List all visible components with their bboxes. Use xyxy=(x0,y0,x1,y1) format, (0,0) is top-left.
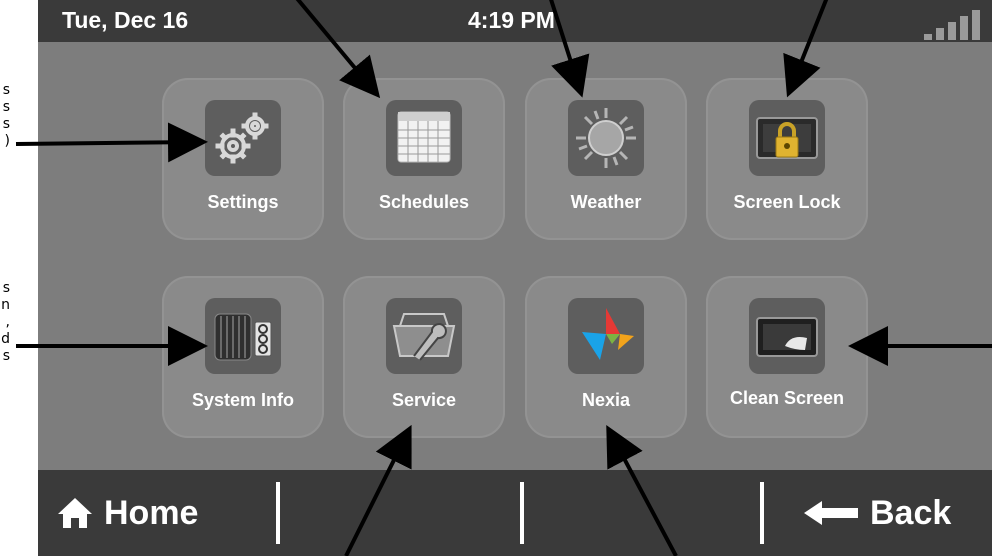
house-icon xyxy=(58,498,92,528)
toolbox-wrench-icon xyxy=(386,298,462,374)
annotation-char: s xyxy=(2,280,10,296)
service-tile[interactable]: Service xyxy=(343,276,505,438)
sun-icon xyxy=(568,100,644,176)
thermostat-screen: Tue, Dec 16 4:19 PM Settings Schedules W… xyxy=(38,0,992,556)
divider xyxy=(520,482,524,544)
calendar-icon xyxy=(386,100,462,176)
tile-label: Clean Screen xyxy=(729,388,845,408)
annotation-char: s xyxy=(2,99,10,115)
date-display: Tue, Dec 16 xyxy=(62,7,189,33)
tile-label: Settings xyxy=(207,192,279,212)
back-button[interactable]: Back xyxy=(802,470,951,556)
tile-label: Nexia xyxy=(581,390,631,410)
annotation-char: s xyxy=(2,116,10,132)
time-display: 4:19 PM xyxy=(468,7,555,33)
annotation-char: d xyxy=(1,331,10,347)
system-info-tile[interactable]: System Info xyxy=(162,276,324,438)
padlock-icon xyxy=(749,100,825,176)
gears-icon xyxy=(205,100,281,176)
left-arrow-icon xyxy=(804,501,858,525)
tile-label: Weather xyxy=(570,192,642,212)
annotation-char: s xyxy=(2,348,10,364)
navigation-bar: Home Back xyxy=(38,470,992,556)
tile-label: Service xyxy=(391,390,457,410)
divider xyxy=(276,482,280,544)
status-bar: Tue, Dec 16 4:19 PM xyxy=(38,0,992,42)
annotation-char: n xyxy=(1,297,10,313)
cleaning-screen-icon xyxy=(749,298,825,374)
divider xyxy=(760,482,764,544)
nexia-logo-icon xyxy=(568,298,644,374)
annotation-char: s xyxy=(2,82,10,98)
settings-tile[interactable]: Settings xyxy=(162,78,324,240)
weather-tile[interactable]: Weather xyxy=(525,78,687,240)
schedules-tile[interactable]: Schedules xyxy=(343,78,505,240)
ac-unit-icon xyxy=(205,298,281,374)
back-label: Back xyxy=(870,493,952,532)
nexia-tile[interactable]: Nexia xyxy=(525,276,687,438)
home-label: Home xyxy=(104,493,199,532)
screen-lock-tile[interactable]: Screen Lock xyxy=(706,78,868,240)
tile-label: Screen Lock xyxy=(733,192,841,212)
tile-label: System Info xyxy=(191,390,295,410)
annotation-char: , xyxy=(5,314,10,330)
tile-label: Schedules xyxy=(378,192,470,212)
signal-strength-icon xyxy=(924,10,984,40)
home-button[interactable]: Home xyxy=(56,470,198,556)
annotation-char: ) xyxy=(4,133,10,149)
clean-screen-tile[interactable]: Clean Screen xyxy=(706,276,868,438)
